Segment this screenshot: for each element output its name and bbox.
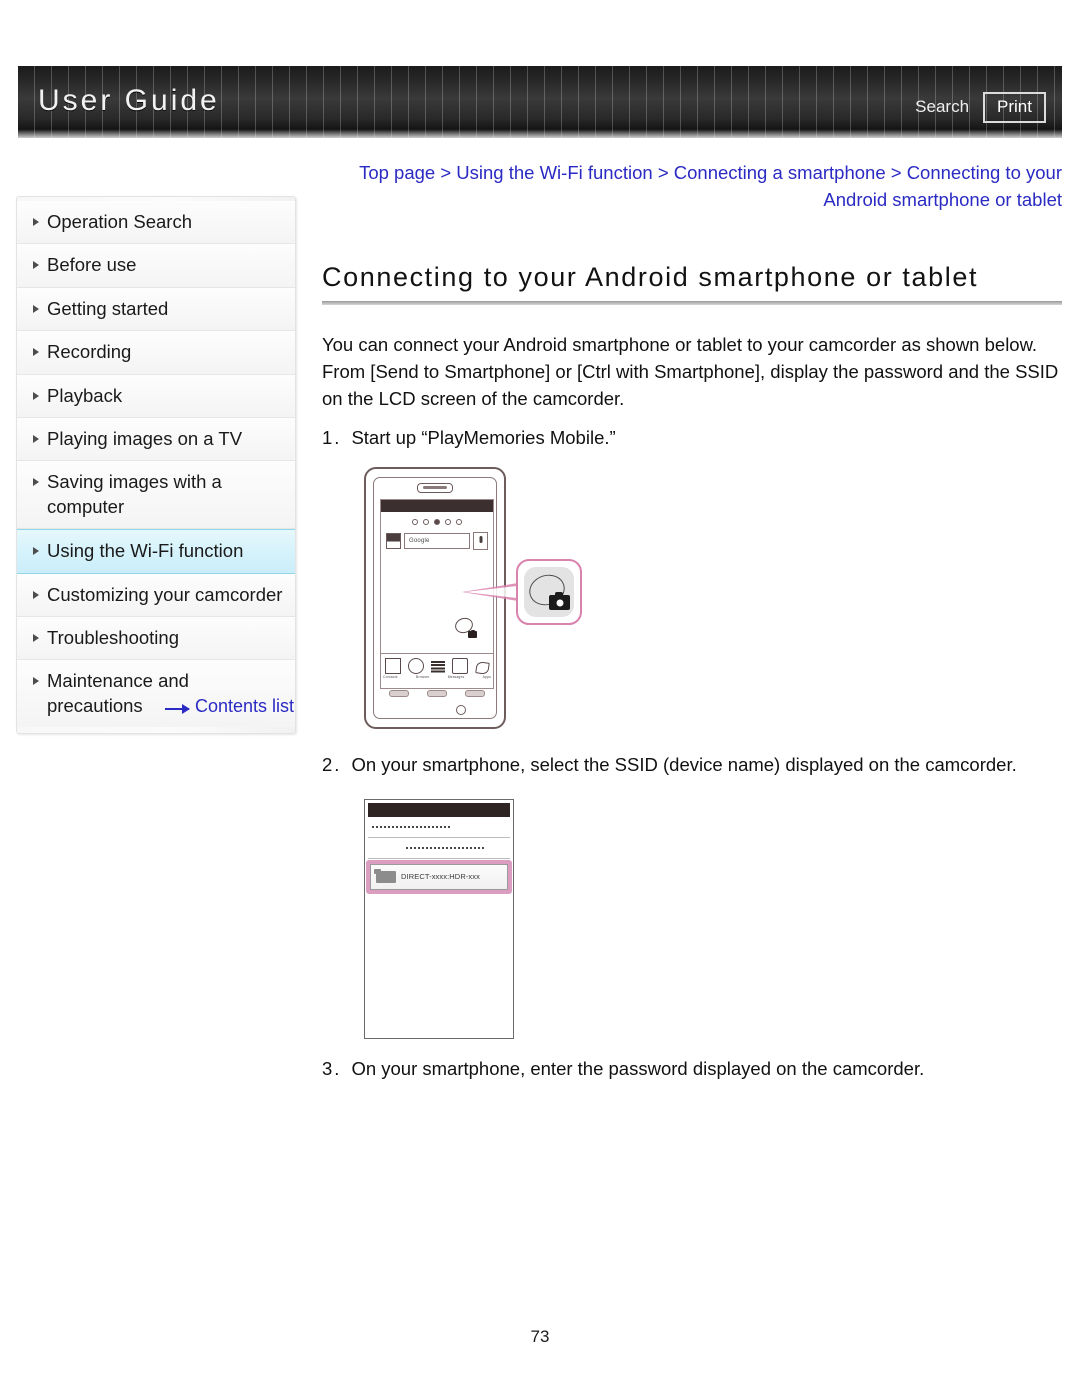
- page-dot: [423, 519, 429, 526]
- dock-label: Messages: [447, 675, 465, 680]
- sidebar-item-label: Playback: [47, 384, 123, 406]
- page-dot: [412, 519, 418, 526]
- sidebar-item-label: Before use: [47, 254, 137, 276]
- print-button[interactable]: Print: [983, 92, 1046, 123]
- camcorder-icon: [374, 868, 396, 883]
- ssid-label: DIRECT-xxxx:HDR-xxx: [401, 872, 480, 882]
- intro-paragraph: You can connect your Android smartphone …: [322, 333, 1059, 409]
- placeholder-text-line: [372, 825, 452, 828]
- dock-label: Contacts: [383, 675, 398, 680]
- sidebar-item-getting-started[interactable]: Getting started: [17, 287, 295, 332]
- step-2: 2. On your smartphone, select the SSID (…: [322, 751, 1062, 778]
- sidebar-item-operation-search[interactable]: Operation Search: [17, 201, 295, 245]
- dock-label: Browser: [415, 675, 430, 680]
- earpiece-speaker-icon: [417, 483, 453, 494]
- sidebar-item-label: Playing images on a TV: [47, 428, 243, 450]
- app-icon-callout: [516, 559, 582, 626]
- sidebar-item-label: Customizing your camcorder: [47, 583, 283, 605]
- camera-icon-large: [549, 592, 570, 611]
- playmemories-mobile-icon: [524, 567, 574, 618]
- step-number: 3.: [322, 1057, 342, 1079]
- playmemories-app-icon[interactable]: [453, 615, 477, 639]
- contents-list-label: Contents list: [194, 696, 294, 716]
- step-1: 1. Start up “PlayMemories Mobile.”: [322, 424, 1062, 451]
- search-button[interactable]: Search: [915, 97, 969, 117]
- camera-icon: [468, 629, 477, 639]
- status-bar: [368, 802, 510, 817]
- sidebar-item-maintenance-and-precautions[interactable]: Maintenance and precautions: [17, 660, 295, 728]
- figure-ssid-list: DIRECT-xxxx:HDR-xxx: [364, 798, 514, 1039]
- ssid-list-row-placeholder: [368, 838, 510, 859]
- contacts-icon[interactable]: [385, 658, 401, 675]
- site-title: User Guide: [38, 84, 220, 117]
- step-3: 3. On your smartphone, enter the passwor…: [322, 1055, 1062, 1082]
- front-camera-icon: [456, 705, 466, 716]
- main-content: Top page > Using the Wi-Fi function > Co…: [322, 160, 1062, 1088]
- ssid-list-item[interactable]: DIRECT-xxxx:HDR-xxx: [370, 863, 508, 890]
- sidebar-item-troubleshooting[interactable]: Troubleshooting: [17, 617, 295, 661]
- ssid-highlight-box: DIRECT-xxxx:HDR-xxx: [366, 859, 512, 894]
- hardware-keys: [380, 690, 494, 698]
- sidebar-item-customizing-your-camcorder[interactable]: Customizing your camcorder: [17, 573, 295, 618]
- site-header: User Guide Search Print: [18, 66, 1062, 138]
- sidebar-item-saving-images-with-a-computer[interactable]: Saving images with a computer: [17, 461, 295, 530]
- sidebar-item-using-the-wi-fi-function[interactable]: Using the Wi-Fi function: [17, 529, 295, 574]
- placeholder-text-line: [406, 846, 484, 849]
- sidebar-nav: Operation Search Before use Getting star…: [16, 196, 296, 735]
- menu-key[interactable]: [465, 690, 485, 698]
- back-key[interactable]: [389, 690, 409, 698]
- arrow-right-icon: [164, 704, 190, 714]
- title-divider: [322, 300, 1062, 305]
- app-dock: Contacts Browser Messages Apps: [381, 653, 493, 688]
- browser-icon[interactable]: [408, 658, 424, 675]
- contents-list-link[interactable]: Contents list: [16, 696, 296, 717]
- step-text: Start up “PlayMemories Mobile.”: [351, 427, 616, 449]
- sidebar-item-label: Using the Wi-Fi function: [47, 540, 244, 562]
- step-text: On your smartphone, select the SSID (dev…: [351, 754, 1017, 776]
- messages-icon[interactable]: [452, 658, 468, 675]
- breadcrumb[interactable]: Top page > Using the Wi-Fi function > Co…: [322, 160, 1062, 214]
- step-text: On your smartphone, enter the password d…: [351, 1057, 925, 1079]
- sidebar-item-label: Operation Search: [47, 211, 193, 232]
- sidebar-item-recording[interactable]: Recording: [17, 331, 295, 375]
- google-search-widget[interactable]: Google: [386, 532, 488, 551]
- google-logo-icon: [386, 533, 401, 550]
- page-dot-active: [434, 519, 440, 526]
- sidebar-item-label: Getting started: [47, 297, 169, 319]
- sidebar-item-label: Troubleshooting: [47, 627, 179, 649]
- sidebar-item-playing-images-on-a-tv[interactable]: Playing images on a TV: [17, 418, 295, 462]
- page-dot: [456, 519, 462, 526]
- status-bar: [381, 500, 493, 513]
- dock-icons: [381, 654, 493, 675]
- page-number: 73: [530, 1327, 550, 1346]
- app-drawer-icon[interactable]: [431, 661, 445, 675]
- google-search-input[interactable]: Google: [404, 533, 470, 550]
- dock-labels: Contacts Browser Messages Apps: [381, 674, 493, 679]
- dock-label: Apps: [482, 675, 491, 680]
- step-number: 2.: [322, 754, 342, 776]
- step-number: 1.: [322, 427, 342, 449]
- callout-pointer: [462, 583, 518, 602]
- page-dot: [445, 519, 451, 526]
- phone-dialer-icon[interactable]: [475, 660, 489, 674]
- sidebar-item-playback[interactable]: Playback: [17, 374, 295, 419]
- microphone-icon[interactable]: [473, 532, 488, 551]
- header-actions: Search Print: [915, 92, 1046, 123]
- home-key[interactable]: [427, 690, 447, 698]
- sidebar-item-label: Saving images with a computer: [47, 471, 222, 517]
- page-title: Connecting to your Android smartphone or…: [322, 261, 979, 292]
- home-page-dots: [381, 519, 493, 526]
- sidebar-item-label: Recording: [47, 341, 132, 363]
- ssid-list-row-placeholder: [368, 817, 510, 838]
- figure-phone-home-screen: Google Contacts Browser Messages Apps: [364, 467, 614, 737]
- sidebar-item-before-use[interactable]: Before use: [17, 244, 295, 288]
